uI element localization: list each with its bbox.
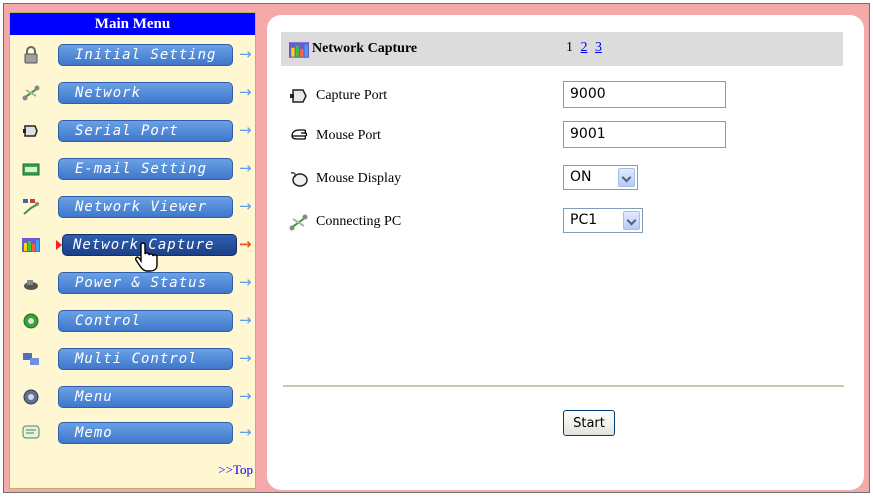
menu-button-email-setting[interactable]: E-mail Setting bbox=[58, 158, 233, 180]
hand-icon bbox=[291, 129, 308, 140]
email-icon bbox=[22, 163, 40, 176]
top-link[interactable]: >>Top bbox=[218, 462, 253, 478]
arrow-icon[interactable]: → bbox=[239, 121, 252, 139]
dropdown-arrow-icon[interactable] bbox=[618, 168, 635, 187]
menu-button-multi-control[interactable]: Multi Control bbox=[58, 348, 233, 370]
mouse-display-select[interactable]: ON bbox=[563, 165, 638, 190]
multi-control-icon bbox=[23, 353, 39, 365]
hand-cursor-icon bbox=[135, 242, 158, 272]
arrow-icon[interactable]: → bbox=[239, 387, 252, 405]
network-viewer-icon bbox=[23, 199, 39, 215]
menu-button-serial-port[interactable]: Serial Port bbox=[58, 120, 233, 142]
section-header: Network Capture 1 2 3 bbox=[281, 32, 843, 66]
sidebar: Main Menu Initial Setting → Network → Se… bbox=[9, 12, 256, 489]
page-title: Network Capture bbox=[312, 41, 418, 56]
menu-button-network[interactable]: Network bbox=[58, 82, 233, 104]
arrow-icon[interactable]: → bbox=[239, 311, 252, 329]
menu-title: Main Menu bbox=[10, 13, 255, 35]
divider bbox=[283, 385, 844, 387]
menu-item-network[interactable]: Network → bbox=[10, 78, 255, 108]
menu-item-multi-control[interactable]: Multi Control → bbox=[10, 344, 255, 374]
page-2-link[interactable]: 2 bbox=[581, 40, 588, 55]
network-icon bbox=[22, 85, 40, 101]
menu-item-email-setting[interactable]: E-mail Setting → bbox=[10, 154, 255, 184]
capture-port-label: Capture Port bbox=[316, 88, 388, 103]
menu-button-network-viewer[interactable]: Network Viewer bbox=[58, 196, 233, 218]
network-capture-icon bbox=[289, 42, 309, 58]
arrow-icon[interactable]: → bbox=[239, 83, 252, 101]
menu-button-power-status[interactable]: Power & Status bbox=[58, 272, 233, 294]
menu-item-initial-setting[interactable]: Initial Setting → bbox=[10, 40, 255, 70]
menu-item-serial-port[interactable]: Serial Port → bbox=[10, 116, 255, 146]
mouse-port-label: Mouse Port bbox=[316, 128, 381, 143]
connecting-pc-select[interactable]: PC1 bbox=[563, 208, 643, 233]
page-3-link[interactable]: 3 bbox=[595, 40, 602, 55]
power-icon bbox=[24, 280, 38, 290]
mouse-port-input[interactable]: 9001 bbox=[563, 121, 726, 148]
mouse-display-value: ON bbox=[570, 169, 592, 185]
main-panel: Network Capture 1 2 3 Capture Port 9000 … bbox=[267, 15, 864, 490]
menu-item-network-viewer[interactable]: Network Viewer → bbox=[10, 192, 255, 222]
connecting-pc-label: Connecting PC bbox=[316, 214, 402, 229]
page-1-current: 1 bbox=[566, 40, 573, 55]
app-frame: Main Menu Initial Setting → Network → Se… bbox=[3, 3, 870, 493]
menu-icon bbox=[23, 389, 39, 405]
arrow-icon[interactable]: → bbox=[239, 45, 252, 63]
arrow-icon[interactable]: → bbox=[239, 235, 252, 253]
page-selector: 1 2 3 bbox=[566, 40, 606, 56]
arrow-icon[interactable]: → bbox=[239, 159, 252, 177]
arrow-icon[interactable]: → bbox=[239, 273, 252, 291]
menu-item-network-capture[interactable]: Network Capture → bbox=[10, 230, 255, 260]
menu-item-power-status[interactable]: Power & Status → bbox=[10, 268, 255, 298]
control-icon bbox=[23, 313, 39, 329]
menu-item-control[interactable]: Control → bbox=[10, 306, 255, 336]
arrow-icon[interactable]: → bbox=[239, 423, 252, 441]
connecting-pc-value: PC1 bbox=[570, 212, 598, 228]
memo-icon bbox=[22, 425, 40, 439]
menu-button-memo[interactable]: Memo bbox=[58, 422, 233, 444]
arrow-icon[interactable]: → bbox=[239, 349, 252, 367]
mouse-icon bbox=[290, 172, 308, 187]
menu-button-control[interactable]: Control bbox=[58, 310, 233, 332]
capture-port-input[interactable]: 9000 bbox=[563, 81, 726, 108]
arrow-icon[interactable]: → bbox=[239, 197, 252, 215]
menu-button-initial-setting[interactable]: Initial Setting bbox=[58, 44, 233, 66]
serial-port-icon bbox=[290, 89, 307, 103]
start-button[interactable]: Start bbox=[563, 410, 615, 436]
menu-item-menu[interactable]: Menu → bbox=[10, 382, 255, 412]
dropdown-arrow-icon[interactable] bbox=[623, 211, 640, 230]
menu-item-memo[interactable]: Memo → bbox=[10, 418, 255, 448]
menu-button-menu[interactable]: Menu bbox=[58, 386, 233, 408]
mouse-display-label: Mouse Display bbox=[316, 171, 402, 186]
serial-port-icon bbox=[23, 125, 38, 137]
lock-icon bbox=[24, 46, 38, 64]
network-capture-icon bbox=[22, 238, 40, 252]
network-icon bbox=[289, 214, 308, 231]
